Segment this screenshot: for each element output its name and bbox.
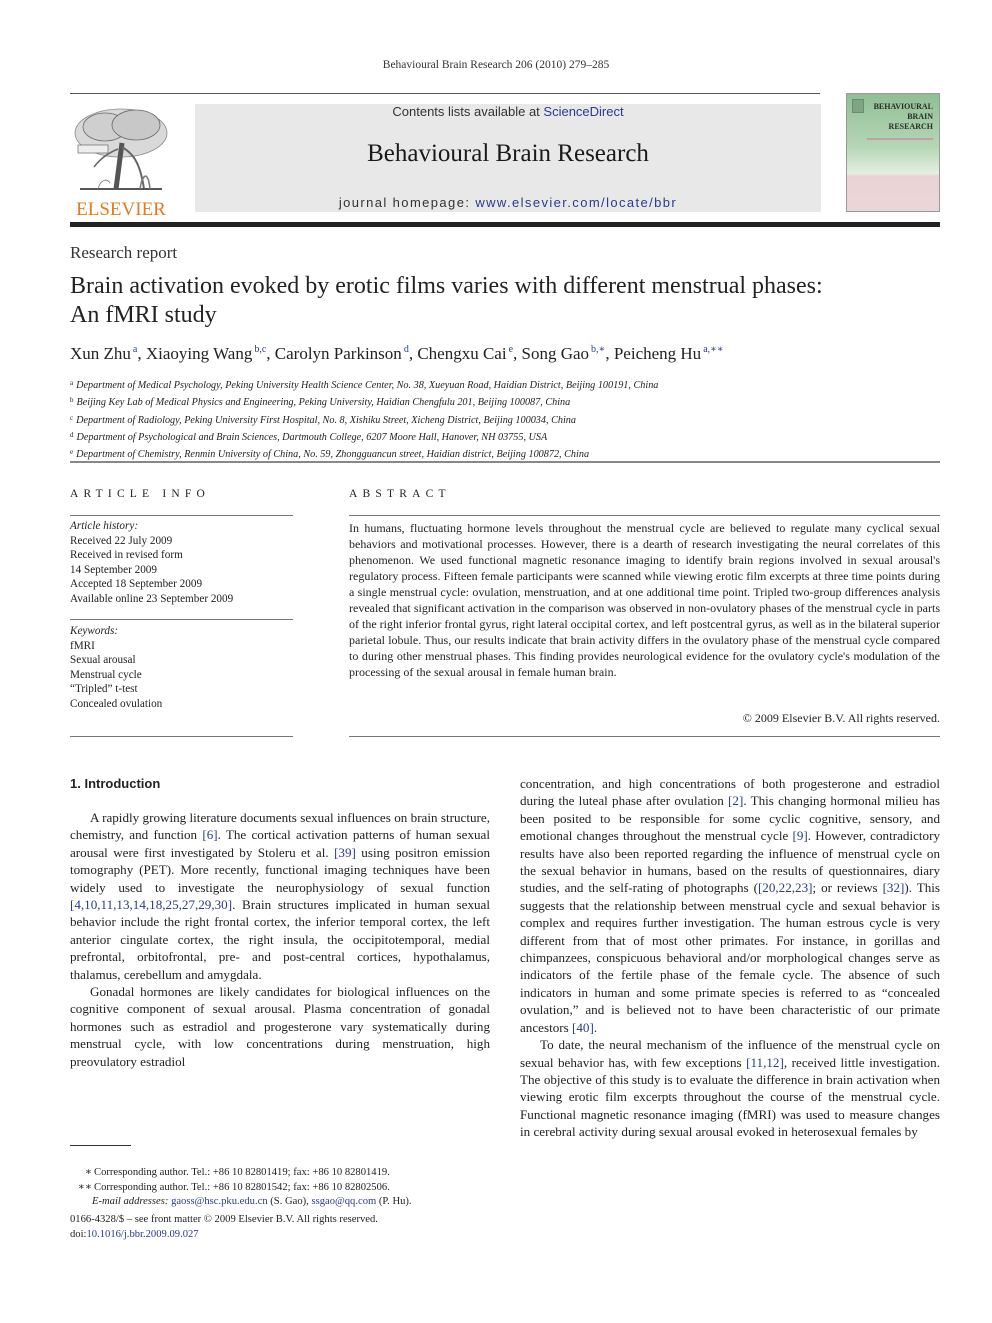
history-item: Accepted 18 September 2009 [70, 578, 203, 591]
author-list: Xun Zhu a, Xiaoying Wang b,c, Carolyn Park… [70, 344, 724, 363]
citation-link[interactable]: [20,22,23] [758, 880, 813, 895]
footnote-rule [70, 1145, 131, 1146]
keyword: Concealed ovulation [70, 697, 163, 710]
issn-line: 0166-4328/$ – see front matter © 2009 El… [70, 1214, 378, 1225]
homepage-line: journal homepage: www.elsevier.com/locat… [195, 195, 821, 210]
page-footer: 0166-4328/$ – see front matter © 2009 El… [70, 1212, 378, 1242]
cover-title: BEHAVIOURAL BRAIN RESEARCH [873, 102, 933, 131]
article-title: Brain activation evoked by erotic films … [70, 273, 823, 328]
abstract-text: In humans, fluctuating hormone levels th… [349, 521, 940, 679]
journal-cover-thumbnail[interactable]: BEHAVIOURAL BRAIN RESEARCH [846, 93, 940, 212]
citation-link[interactable]: [9] [792, 828, 807, 843]
history-item: 14 September 2009 [70, 563, 157, 576]
article-type: Research report [70, 243, 178, 262]
citation-link[interactable]: [32] [883, 880, 905, 895]
author[interactable]: Chengxu Cai e [417, 344, 513, 363]
author[interactable]: Carolyn Parkinson d [275, 344, 409, 363]
elsevier-wordmark: ELSEVIER [76, 199, 166, 220]
citation-link[interactable]: [39] [334, 845, 356, 860]
history-item: Available online 23 September 2009 [70, 592, 234, 605]
keyword: Menstrual cycle [70, 668, 142, 681]
doi-line: doi:10.1016/j.bbr.2009.09.027 [70, 1229, 199, 1240]
paragraph-text: Gonadal hormones are likely candidates f… [70, 984, 490, 1069]
elsevier-logo[interactable]: ELSEVIER [70, 103, 172, 220]
keywords: Keywords: fMRI Sexual arousal Menstrual … [70, 624, 293, 712]
journal-homepage-link[interactable]: www.elsevier.com/locate/bbr [475, 195, 677, 210]
doi-link[interactable]: 10.1016/j.bbr.2009.09.027 [86, 1229, 198, 1240]
keyword: fMRI [70, 639, 95, 652]
citation-link[interactable]: [6] [202, 827, 217, 842]
front-matter-divider [70, 461, 940, 463]
contents-prefix: Contents lists available at [392, 104, 544, 119]
affiliation: e Department of Chemistry, Renmin Univers… [70, 448, 590, 461]
abstract-heading: ABSTRACT [349, 488, 451, 500]
author-affil-sup[interactable]: b,∗ [591, 344, 605, 355]
citation-link[interactable]: [4,10,11,13,14,18,25,27,29,30] [70, 897, 232, 912]
affiliation: d Department of Psychological and Brain S… [70, 430, 548, 443]
keyword: Sexual arousal [70, 654, 136, 667]
journal-banner: Contents lists available at ScienceDirec… [195, 104, 821, 212]
citation-link[interactable]: [40] [572, 1020, 594, 1035]
article-info-rule [70, 515, 293, 516]
article-info-bottom-rule [70, 736, 293, 737]
keyword: “Tripled” t-test [70, 683, 138, 696]
email-addresses: E-mail addresses: gaoss@hsc.pku.edu.cn (… [92, 1196, 412, 1208]
citation-link[interactable]: [2] [728, 793, 743, 808]
author[interactable]: Song Gao b,∗ [522, 344, 606, 363]
contents-line: Contents lists available at ScienceDirec… [195, 104, 821, 119]
affiliation: a Department of Medical Psychology, Pekin… [70, 379, 659, 391]
journal-name: Behavioural Brain Research [367, 140, 649, 167]
section-heading-introduction: 1. Introduction [70, 776, 161, 791]
paragraph-text: ). This suggests that the relationship b… [520, 880, 940, 1035]
article-history: Article history: Received 22 July 2009 R… [70, 519, 293, 607]
author[interactable]: Xiaoying Wang b,c [146, 344, 266, 363]
affiliation: b Beijing Key Lab of Medical Physics and … [70, 396, 571, 409]
abstract-rule [349, 515, 940, 516]
email-link[interactable]: gaoss@hsc.pku.edu.cn [171, 1196, 268, 1207]
author-affil-sup[interactable]: b,c [254, 344, 266, 355]
paragraph-text: . [593, 1019, 598, 1035]
author[interactable]: Peicheng Hu a,∗∗ [614, 344, 724, 363]
affiliations: a Department of Medical Psychology, Pekin… [70, 376, 658, 462]
body-column-right: concentration, and high concentrations o… [520, 775, 940, 1141]
author[interactable]: Xun Zhu a [70, 344, 137, 363]
homepage-prefix: journal homepage: [338, 195, 476, 210]
author-affil-sup[interactable]: a,∗∗ [703, 344, 724, 355]
article-info-heading: ARTICLE INFO [70, 488, 210, 500]
email-link[interactable]: ssgao@qq.com [311, 1196, 376, 1207]
abstract-bottom-rule [349, 736, 940, 737]
footnote: ∗ Corresponding author. Tel.: +86 10 8280… [84, 1167, 390, 1178]
paragraph-text: ; or reviews [812, 880, 883, 896]
sciencedirect-link[interactable]: ScienceDirect [543, 104, 623, 119]
header-rule [70, 93, 820, 94]
paragraph: Gonadal hormones are likely candidates f… [70, 983, 490, 1070]
footnote: ∗∗ Corresponding author. Tel.: +86 10 828… [77, 1181, 390, 1193]
cover-subtitle-bar [867, 138, 933, 140]
footnotes: ∗ Corresponding author. Tel.: +86 10 8280… [70, 1166, 412, 1210]
affiliation: c Department of Radiology, Peking Univers… [70, 413, 576, 426]
masthead-divider [70, 222, 940, 227]
abstract-copyright: © 2009 Elsevier B.V. All rights reserved… [742, 711, 940, 725]
history-item: Received in revised form [70, 549, 183, 562]
cover-emblem-icon [852, 99, 864, 113]
history-item: Received 22 July 2009 [70, 534, 173, 547]
elsevier-tree-icon [74, 108, 168, 190]
paragraph: concentration, and high concentrations o… [520, 775, 940, 1036]
paragraph: To date, the neural mechanism of the inf… [520, 1036, 940, 1140]
keywords-rule [70, 619, 293, 620]
citation-link[interactable]: [11,12] [746, 1055, 784, 1070]
running-head: Behavioural Brain Research 206 (2010) 27… [382, 59, 610, 71]
body-column-left: A rapidly growing literature documents s… [70, 809, 490, 1070]
paragraph: A rapidly growing literature documents s… [70, 809, 490, 983]
